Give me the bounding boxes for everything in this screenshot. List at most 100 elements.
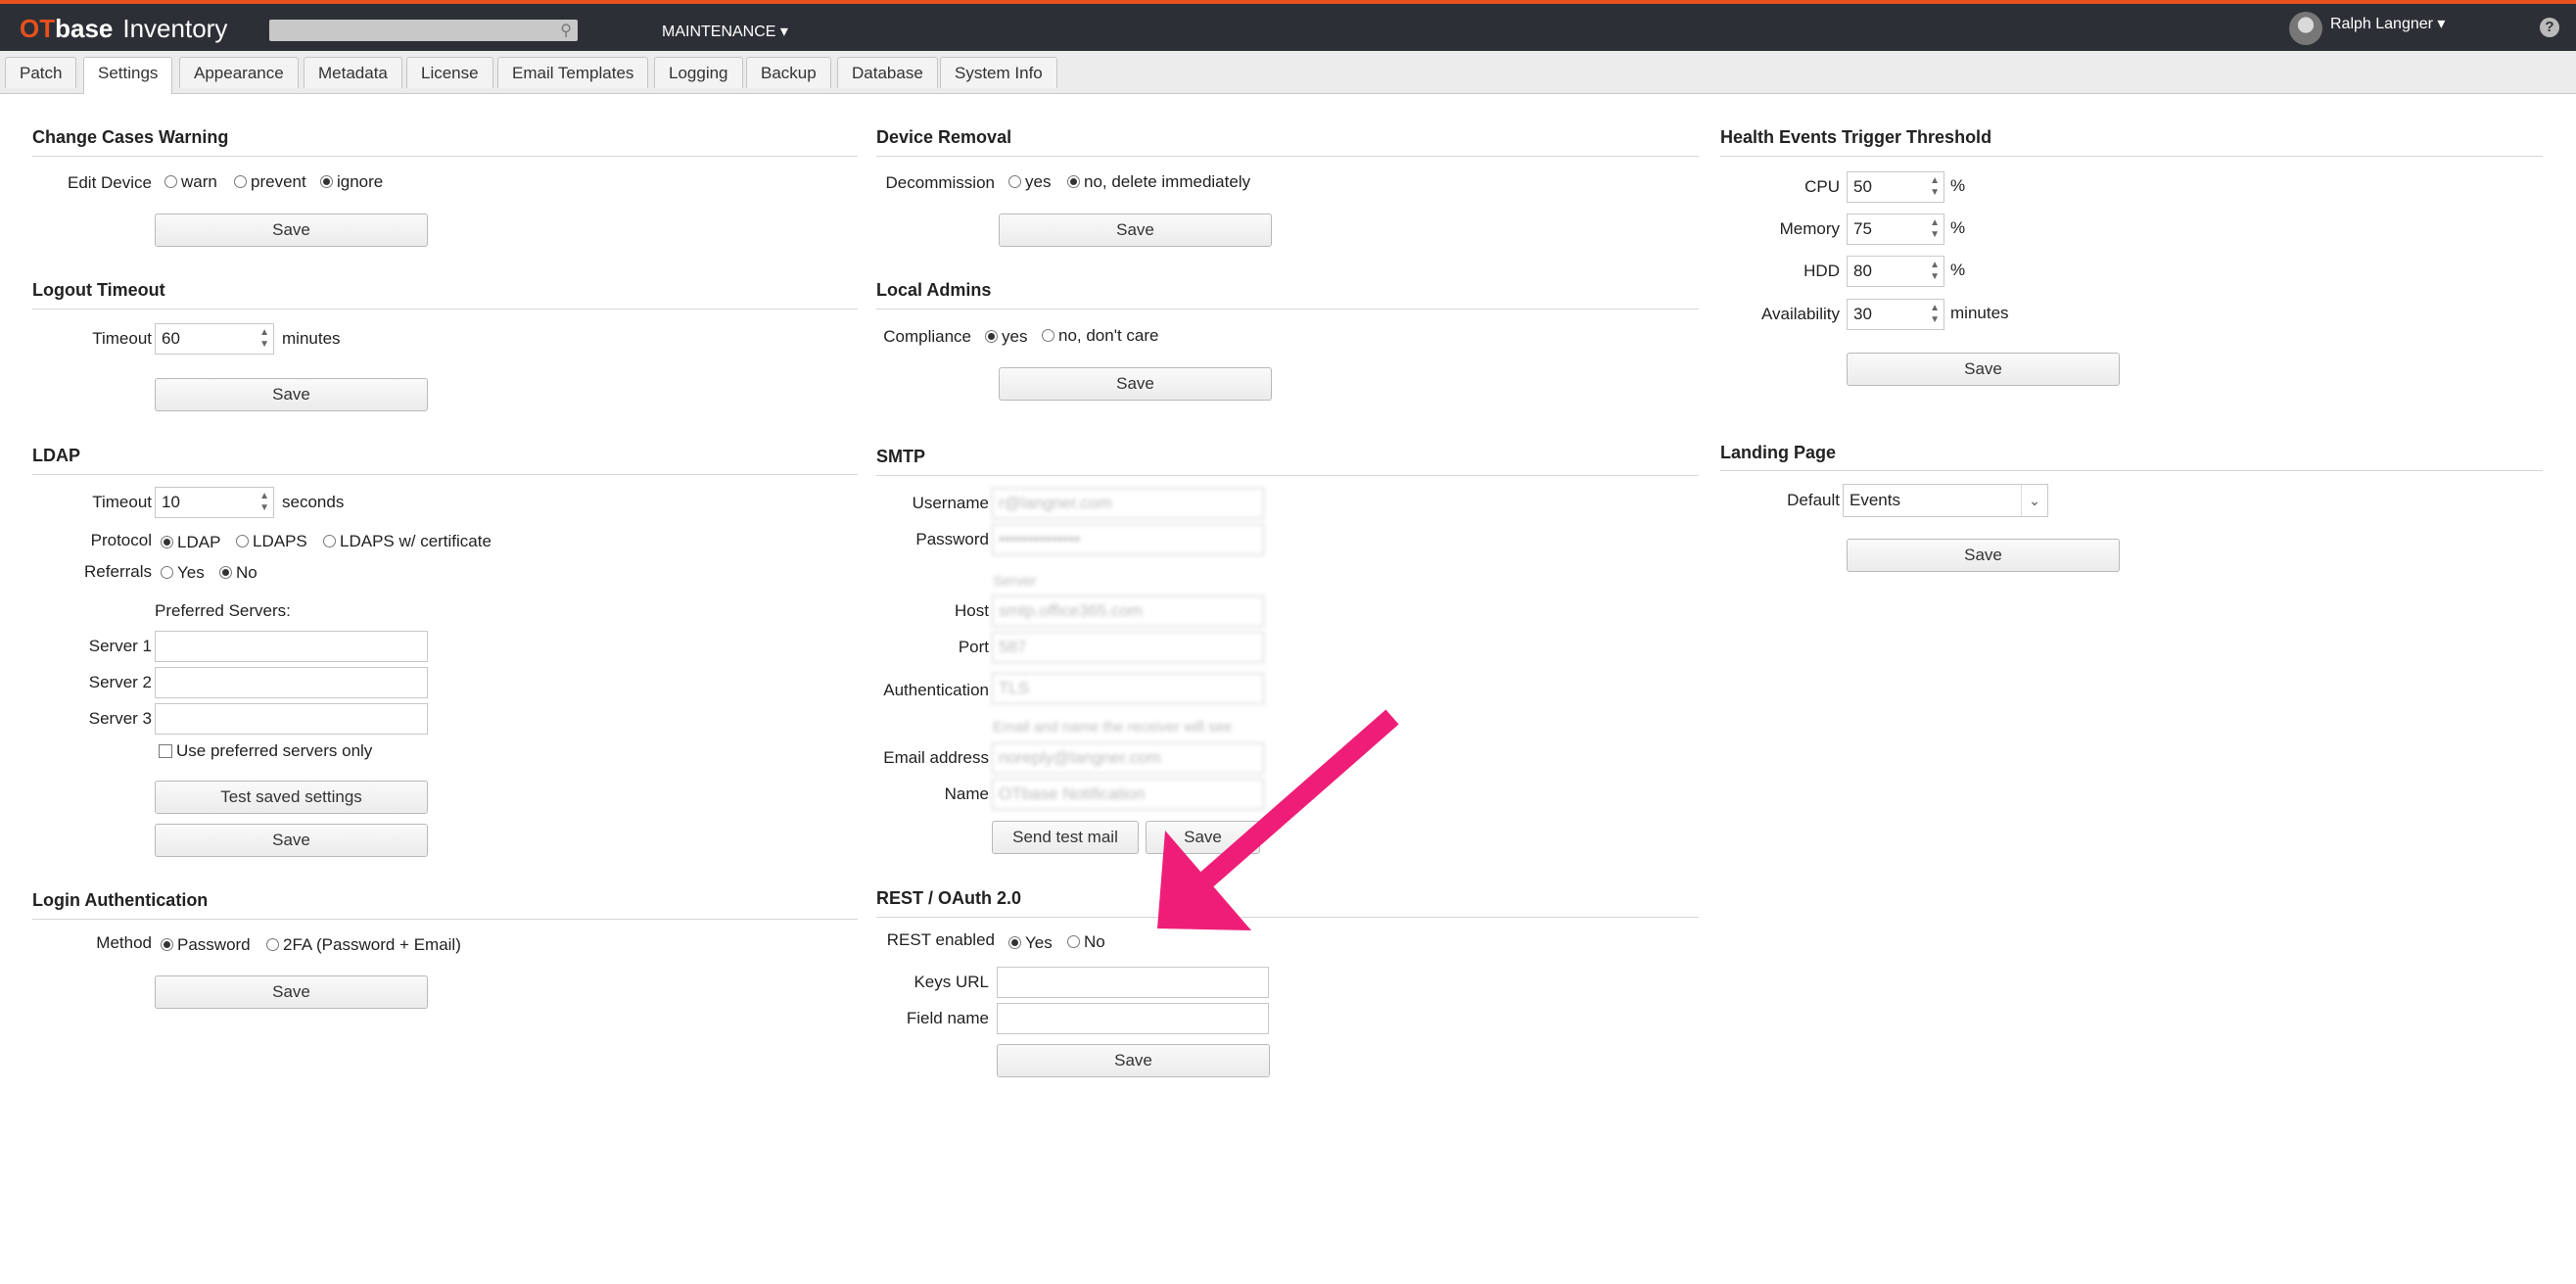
radio-button[interactable] xyxy=(164,175,177,188)
change-cases-save-button[interactable]: Save xyxy=(155,214,428,247)
logout-timeout-input[interactable]: 60 ▲ ▼ xyxy=(155,323,274,355)
device-removal-save-button[interactable]: Save xyxy=(999,214,1272,247)
tab-appearance[interactable]: Appearance xyxy=(179,57,299,88)
avatar[interactable] xyxy=(2289,12,2322,45)
radio-button[interactable] xyxy=(1008,936,1021,949)
divider xyxy=(876,475,1699,476)
radio-label: Yes xyxy=(177,563,205,582)
cpu-input[interactable]: 50 ▲ ▼ xyxy=(1847,171,1944,203)
server1-input[interactable] xyxy=(155,631,428,662)
radio-referrals-no[interactable]: No xyxy=(219,563,258,583)
checkbox[interactable] xyxy=(159,744,172,758)
radio-label: yes xyxy=(1025,172,1052,191)
smtp-password-label: Password xyxy=(915,530,989,548)
radio-rest-no[interactable]: No xyxy=(1067,932,1105,952)
help-icon[interactable]: ? xyxy=(2540,18,2559,37)
radio-button[interactable] xyxy=(161,938,173,951)
radio-button[interactable] xyxy=(985,330,998,343)
radio-decommission-no[interactable]: no, delete immediately xyxy=(1067,172,1250,192)
radio-button[interactable] xyxy=(161,566,173,579)
spinner-icon[interactable]: ▲ ▼ xyxy=(1930,217,1940,241)
radio-button[interactable] xyxy=(1067,935,1080,948)
radio-ldaps[interactable]: LDAPS xyxy=(236,532,307,551)
radio-prevent[interactable]: prevent xyxy=(234,172,306,192)
radio-compliance-yes[interactable]: yes xyxy=(985,327,1027,347)
radio-2fa[interactable]: 2FA (Password + Email) xyxy=(266,935,461,955)
radio-button[interactable] xyxy=(323,535,336,547)
tab-logging[interactable]: Logging xyxy=(654,57,743,88)
use-preferred-checkbox[interactable]: Use preferred servers only xyxy=(159,741,372,761)
landing-default-select[interactable]: Events ⌄ xyxy=(1843,484,2048,517)
spinner-icon[interactable]: ▲ ▼ xyxy=(259,491,269,514)
radio-button[interactable] xyxy=(236,535,249,547)
spinner-icon[interactable]: ▲ ▼ xyxy=(1930,260,1940,283)
rest-save-button[interactable]: Save xyxy=(997,1044,1270,1077)
section-title-landing: Landing Page xyxy=(1720,443,1837,462)
landing-save-button[interactable]: Save xyxy=(1847,539,2120,572)
field-name-input[interactable] xyxy=(997,1003,1269,1034)
section-title-local-admins: Local Admins xyxy=(876,280,992,300)
radio-button[interactable] xyxy=(234,175,247,188)
memory-input[interactable]: 75 ▲ ▼ xyxy=(1847,214,1944,245)
radio-password[interactable]: Password xyxy=(161,935,251,955)
radio-button[interactable] xyxy=(1042,329,1054,342)
logout-save-button[interactable]: Save xyxy=(155,378,428,411)
tab-metadata[interactable]: Metadata xyxy=(304,57,402,88)
spinner-icon[interactable]: ▲ ▼ xyxy=(1930,303,1940,326)
landing-default-label: Default xyxy=(1787,491,1840,509)
radio-button[interactable] xyxy=(1008,175,1021,188)
smtp-username-input[interactable]: r@langner.com xyxy=(992,488,1264,519)
keys-url-input[interactable] xyxy=(997,967,1269,998)
radio-referrals-yes[interactable]: Yes xyxy=(161,563,205,583)
radio-warn[interactable]: warn xyxy=(164,172,217,192)
ldap-test-button[interactable]: Test saved settings xyxy=(155,781,428,814)
server3-input[interactable] xyxy=(155,703,428,735)
radio-button[interactable] xyxy=(219,566,232,579)
login-auth-save-button[interactable]: Save xyxy=(155,975,428,1009)
radio-label: yes xyxy=(1002,327,1028,346)
tab-system-info[interactable]: System Info xyxy=(940,57,1057,88)
chevron-down-icon[interactable]: ⌄ xyxy=(2021,485,2047,516)
local-admins-save-button[interactable]: Save xyxy=(999,367,1272,401)
smtp-password-input[interactable]: •••••••••••••• xyxy=(992,524,1264,555)
radio-rest-yes[interactable]: Yes xyxy=(1008,933,1053,953)
search-input[interactable]: ⚲ xyxy=(269,20,578,41)
radio-button[interactable] xyxy=(161,536,173,548)
radio-label: prevent xyxy=(251,172,306,191)
user-menu[interactable]: Ralph Langner ▾ xyxy=(2289,12,2445,45)
maintenance-menu[interactable]: MAINTENANCE ▾ xyxy=(662,22,788,41)
radio-button[interactable] xyxy=(320,175,333,188)
tab-email-templates[interactable]: Email Templates xyxy=(497,57,649,88)
hdd-input[interactable]: 80 ▲ ▼ xyxy=(1847,256,1944,287)
radio-decommission-yes[interactable]: yes xyxy=(1008,172,1051,192)
spinner-icon[interactable]: ▲ ▼ xyxy=(1930,175,1940,199)
radio-ldap[interactable]: LDAP xyxy=(161,533,220,552)
tab-database[interactable]: Database xyxy=(837,57,938,88)
spinner-icon[interactable]: ▲ ▼ xyxy=(259,327,269,351)
radio-label: 2FA (Password + Email) xyxy=(283,935,461,954)
radio-button[interactable] xyxy=(266,938,279,951)
input-value: 30 xyxy=(1853,305,1872,323)
smtp-host-input[interactable]: smtp.office365.com xyxy=(992,595,1264,627)
smtp-port-input[interactable]: 587 xyxy=(992,632,1264,663)
radio-compliance-no[interactable]: no, don't care xyxy=(1042,326,1158,346)
ldap-timeout-input[interactable]: 10 ▲ ▼ xyxy=(155,487,274,518)
tab-license[interactable]: License xyxy=(406,57,493,88)
radio-ignore[interactable]: ignore xyxy=(320,172,383,192)
section-title-ldap: LDAP xyxy=(32,446,80,465)
tab-patch[interactable]: Patch xyxy=(5,57,77,88)
tab-backup[interactable]: Backup xyxy=(746,57,831,88)
ldap-protocol-label: Protocol xyxy=(90,531,152,549)
app-logo[interactable]: OTbase Inventory xyxy=(20,14,227,44)
health-save-button[interactable]: Save xyxy=(1847,353,2120,386)
availability-input[interactable]: 30 ▲ ▼ xyxy=(1847,299,1944,330)
smtp-send-test-button[interactable]: Send test mail xyxy=(992,821,1139,854)
radio-ldaps-cert[interactable]: LDAPS w/ certificate xyxy=(323,532,492,551)
ldap-save-button[interactable]: Save xyxy=(155,824,428,857)
radio-button[interactable] xyxy=(1067,175,1080,188)
section-title-device-removal: Device Removal xyxy=(876,127,1012,147)
search-icon[interactable]: ⚲ xyxy=(560,21,572,40)
smtp-auth-select[interactable]: TLS xyxy=(992,673,1264,704)
server2-input[interactable] xyxy=(155,667,428,698)
tab-settings[interactable]: Settings xyxy=(83,57,173,94)
